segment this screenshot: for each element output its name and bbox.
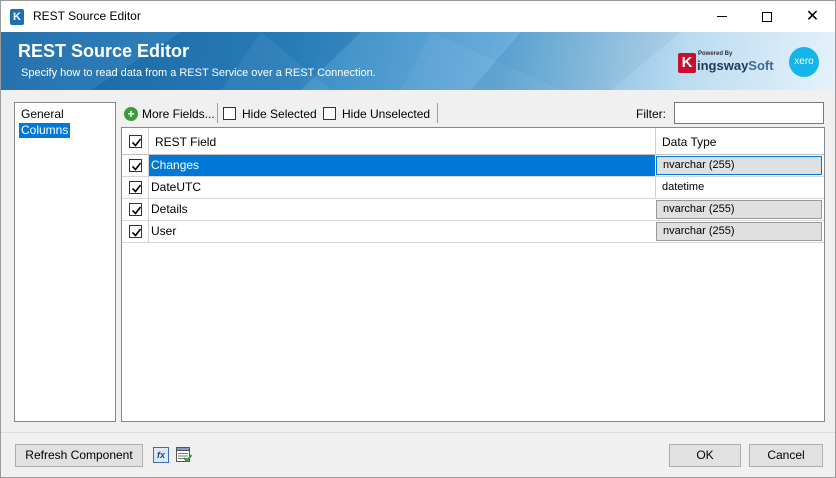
rest-source-editor-window: K REST Source Editor ✕ REST Source Edito… bbox=[0, 0, 836, 478]
checkmark-icon bbox=[131, 162, 142, 171]
column-header-rest-field[interactable]: REST Field bbox=[155, 135, 216, 149]
title-bar: K REST Source Editor ✕ bbox=[1, 1, 835, 32]
minimize-button[interactable] bbox=[699, 1, 744, 32]
data-type-dropdown[interactable]: nvarchar (255) bbox=[656, 156, 822, 175]
sidebar-item-general[interactable]: General bbox=[19, 107, 66, 122]
kingswaysoft-wordmark: ingswaySoft bbox=[697, 58, 774, 73]
row-check-cell bbox=[122, 155, 149, 176]
rest-field-cell[interactable]: User bbox=[149, 221, 655, 242]
columns-grid: REST Field Data Type Changes nvarchar (2… bbox=[121, 127, 825, 422]
checkmark-icon bbox=[131, 138, 142, 147]
more-fields-button[interactable]: + More Fields... bbox=[124, 105, 215, 122]
hide-unselected-toggle[interactable]: Hide Unselected bbox=[323, 105, 430, 122]
hide-selected-checkbox[interactable] bbox=[223, 107, 236, 120]
dialog-footer: Refresh Component fx OK Cancel bbox=[1, 432, 835, 477]
expression-fx-icon[interactable]: fx bbox=[153, 447, 169, 463]
row-check-cell bbox=[122, 177, 149, 198]
data-type-dropdown[interactable]: nvarchar (255) bbox=[656, 200, 822, 219]
rest-field-cell[interactable]: Changes bbox=[149, 155, 655, 176]
xero-logo: xero bbox=[789, 47, 819, 77]
minimize-icon bbox=[716, 16, 727, 17]
data-type-cell[interactable]: datetime bbox=[655, 177, 824, 198]
hide-selected-toggle[interactable]: Hide Selected bbox=[223, 105, 317, 122]
row-checkbox[interactable] bbox=[129, 181, 142, 194]
row-checkbox[interactable] bbox=[129, 159, 142, 172]
checkmark-icon bbox=[131, 228, 142, 237]
rest-field-cell[interactable]: Details bbox=[149, 199, 655, 220]
kingswaysoft-k-icon: K bbox=[10, 9, 24, 25]
sidebar-nav: General Columns bbox=[14, 102, 116, 422]
wordmark-end: Soft bbox=[748, 58, 774, 73]
grid-header: REST Field Data Type bbox=[122, 128, 824, 155]
sidebar-item-columns[interactable]: Columns bbox=[19, 123, 71, 138]
rest-field-cell[interactable]: DateUTC bbox=[149, 177, 655, 198]
kingswaysoft-logo: Powered By K ingswaySoft bbox=[678, 51, 774, 73]
column-mapping-icon[interactable] bbox=[176, 447, 192, 463]
table-row[interactable]: Changes nvarchar (255) bbox=[122, 155, 824, 177]
refresh-component-button[interactable]: Refresh Component bbox=[15, 444, 143, 467]
cancel-button[interactable]: Cancel bbox=[749, 444, 823, 467]
row-checkbox[interactable] bbox=[129, 203, 142, 216]
hide-unselected-checkbox[interactable] bbox=[323, 107, 336, 120]
hide-unselected-label: Hide Unselected bbox=[342, 106, 431, 121]
banner-title: REST Source Editor bbox=[18, 41, 190, 61]
add-circle-icon: + bbox=[124, 106, 138, 121]
banner-subtitle: Specify how to read data from a REST Ser… bbox=[21, 67, 376, 79]
maximize-icon bbox=[761, 11, 772, 22]
header-banner: REST Source Editor Specify how to read d… bbox=[1, 32, 835, 90]
column-divider bbox=[655, 128, 656, 154]
filter-label: Filter: bbox=[636, 107, 666, 121]
powered-by-label: Powered By bbox=[698, 51, 733, 57]
columns-toolbar: + More Fields... Hide Selected Hide Unse… bbox=[121, 101, 831, 125]
checkmark-icon bbox=[131, 206, 142, 215]
filter-input[interactable] bbox=[674, 102, 824, 124]
more-fields-label: More Fields... bbox=[142, 106, 215, 121]
kingswaysoft-k-mark: K bbox=[678, 53, 696, 73]
hide-selected-label: Hide Selected bbox=[242, 106, 317, 121]
table-row[interactable]: User nvarchar (255) bbox=[122, 221, 824, 243]
row-check-cell bbox=[122, 199, 149, 220]
header-check-cell bbox=[122, 128, 149, 154]
close-button[interactable]: ✕ bbox=[790, 1, 835, 32]
row-checkbox[interactable] bbox=[129, 225, 142, 238]
table-row[interactable]: Details nvarchar (255) bbox=[122, 199, 824, 221]
column-header-data-type[interactable]: Data Type bbox=[662, 135, 716, 149]
row-check-cell bbox=[122, 221, 149, 242]
window-title: REST Source Editor bbox=[33, 9, 141, 23]
data-type-dropdown[interactable]: nvarchar (255) bbox=[656, 222, 822, 241]
select-all-checkbox[interactable] bbox=[129, 135, 142, 148]
ok-button[interactable]: OK bbox=[669, 444, 741, 467]
checkmark-icon bbox=[131, 184, 142, 193]
table-row[interactable]: DateUTC datetime bbox=[122, 177, 824, 199]
maximize-button[interactable] bbox=[744, 1, 789, 32]
toolbar-divider bbox=[437, 103, 438, 123]
close-icon: ✕ bbox=[805, 7, 820, 25]
toolbar-divider bbox=[217, 103, 218, 123]
wordmark-mid: ingsway bbox=[697, 58, 749, 73]
